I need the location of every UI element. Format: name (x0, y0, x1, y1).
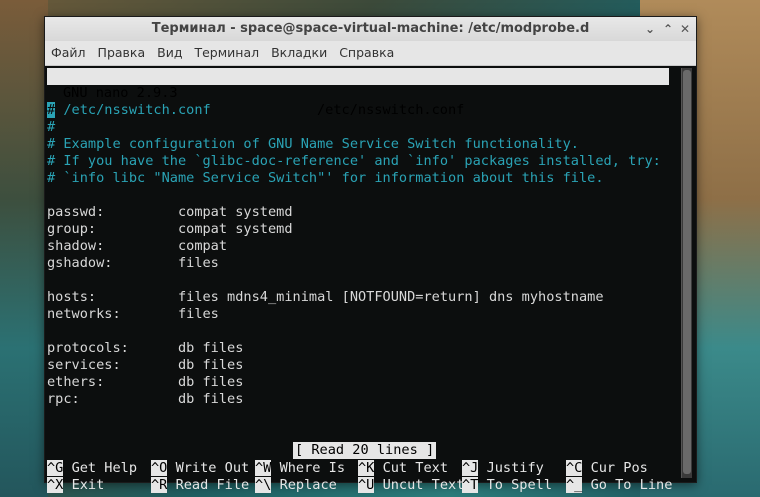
shortcut-item[interactable]: ^_ Go To Line (566, 477, 672, 494)
file-line: networks: files (47, 306, 667, 323)
maximize-icon[interactable]: ⌃ (661, 22, 675, 36)
shortcut-item[interactable]: ^\ Replace (255, 477, 337, 494)
file-line-text: # If you have the `glibc-doc-reference' … (47, 153, 661, 169)
shortcut-bar: ^G Get Help ^O Write Out ^W Where Is ^K Cut… (47, 460, 687, 494)
shortcut-item[interactable]: ^T To Spell (462, 477, 552, 494)
file-line: protocols: db files (47, 340, 667, 357)
menu-edit[interactable]: Правка (92, 41, 152, 65)
file-line-text: protocols: db files (47, 340, 244, 356)
shortcut-label: Get Help (71, 460, 138, 476)
nano-version: GNU nano 2.9.3 (63, 85, 178, 101)
file-line: passwd: compat systemd (47, 204, 667, 221)
nano-header: GNU nano 2.9.3 /etc/nsswitch.conf (47, 68, 669, 118)
file-line-text: networks: files (47, 306, 219, 322)
file-line: services: db files (47, 357, 667, 374)
shortcut-label: To Spell (486, 477, 553, 493)
file-line: # /etc/nsswitch.conf (47, 102, 667, 119)
file-line-text: # `info libc "Name Service Switch"' for … (47, 170, 604, 186)
shortcut-label: Cur Pos (590, 460, 648, 476)
menu-bar: Файл Правка Вид Терминал Вкладки Справка (45, 41, 696, 66)
shortcut-key: ^\ (255, 477, 272, 493)
shortcut-key: ^O (151, 460, 168, 476)
file-line-text: passwd: compat systemd (47, 204, 293, 220)
file-line: ethers: db files (47, 374, 667, 391)
menu-view[interactable]: Вид (151, 41, 188, 65)
shortcut-label: Read File (175, 477, 250, 493)
file-content[interactable]: # /etc/nsswitch.conf # # Example configura… (47, 102, 667, 408)
scrollbar-thumb[interactable] (683, 70, 691, 474)
file-line-text: gshadow: files (47, 255, 219, 271)
shortcut-key: ^_ (566, 477, 583, 493)
title-bar[interactable]: Терминал - space@space-virtual-machine: … (45, 17, 696, 41)
file-line (47, 187, 667, 204)
shortcut-key: ^J (462, 460, 479, 476)
shortcut-label: Write Out (175, 460, 250, 476)
shortcut-item[interactable]: ^G Get Help (47, 460, 137, 477)
terminal-area[interactable]: GNU nano 2.9.3 /etc/nsswitch.conf # /etc… (45, 66, 696, 493)
file-line-text: hosts: files mdns4_minimal [NOTFOUND=ret… (47, 289, 604, 305)
menu-terminal[interactable]: Терминал (188, 41, 265, 65)
shortcut-item[interactable]: ^C Cur Pos (566, 460, 648, 477)
shortcut-label: Where Is (279, 460, 346, 476)
file-line: # `info libc "Name Service Switch"' for … (47, 170, 667, 187)
menu-file[interactable]: Файл (45, 41, 92, 65)
shortcut-label: Justify (486, 460, 544, 476)
shortcut-row-1: ^G Get Help ^O Write Out ^W Where Is ^K Cut… (47, 460, 687, 477)
shortcut-label: Exit (71, 477, 105, 493)
text-cursor: # (47, 102, 56, 118)
shortcut-key: ^X (47, 477, 64, 493)
shortcut-item[interactable]: ^O Write Out (151, 460, 249, 477)
menu-tabs[interactable]: Вкладки (265, 41, 333, 65)
scrollbar[interactable] (681, 68, 692, 478)
shortcut-item[interactable]: ^K Cut Text (358, 460, 448, 477)
file-line: # Example configuration of GNU Name Serv… (47, 136, 667, 153)
shortcut-row-2: ^X Exit ^R Read File ^\ Replace ^U Uncut Te… (47, 477, 687, 494)
terminal-window: Терминал - space@space-virtual-machine: … (44, 16, 697, 493)
menu-help[interactable]: Справка (333, 41, 400, 65)
file-line: # If you have the `glibc-doc-reference' … (47, 153, 667, 170)
shortcut-key: ^G (47, 460, 64, 476)
status-message: [ Read 20 lines ] (293, 442, 437, 459)
shortcut-item[interactable]: ^U Uncut Text (358, 477, 464, 494)
shortcut-key: ^C (566, 460, 583, 476)
shortcut-label: Cut Text (382, 460, 449, 476)
shortcut-key: ^U (358, 477, 375, 493)
file-line: shadow: compat (47, 238, 667, 255)
shortcut-item[interactable]: ^R Read File (151, 477, 249, 494)
file-line-text: services: db files (47, 357, 244, 373)
file-line (47, 323, 667, 340)
close-icon[interactable]: ✕ (678, 22, 692, 36)
shortcut-label: Go To Line (590, 477, 673, 493)
file-line-text: # Example configuration of GNU Name Serv… (47, 136, 579, 152)
shortcut-key: ^K (358, 460, 375, 476)
file-line-text: # (47, 119, 56, 135)
shortcut-label: Uncut Text (382, 477, 465, 493)
file-line: hosts: files mdns4_minimal [NOTFOUND=ret… (47, 289, 667, 306)
minimize-icon[interactable]: ⌄ (643, 22, 657, 36)
desktop-background-left (0, 0, 48, 497)
window-title: Терминал - space@space-virtual-machine: … (151, 21, 590, 36)
shortcut-key: ^R (151, 477, 168, 493)
shortcut-label: Replace (279, 477, 337, 493)
file-line-text: group: compat systemd (47, 221, 293, 237)
shortcut-key: ^T (462, 477, 479, 493)
shortcut-item[interactable]: ^X Exit (47, 477, 104, 494)
file-line: group: compat systemd (47, 221, 667, 238)
file-line-text: rpc: db files (47, 391, 244, 407)
file-line (47, 272, 667, 289)
file-line-text: /etc/nsswitch.conf (55, 102, 211, 118)
file-line-text: shadow: compat (47, 238, 228, 254)
file-line-text: ethers: db files (47, 374, 244, 390)
shortcut-key: ^W (255, 460, 272, 476)
shortcut-item[interactable]: ^W Where Is (255, 460, 345, 477)
shortcut-item[interactable]: ^J Justify (462, 460, 544, 477)
file-line: rpc: db files (47, 391, 667, 408)
file-line: # (47, 119, 667, 136)
file-line: gshadow: files (47, 255, 667, 272)
